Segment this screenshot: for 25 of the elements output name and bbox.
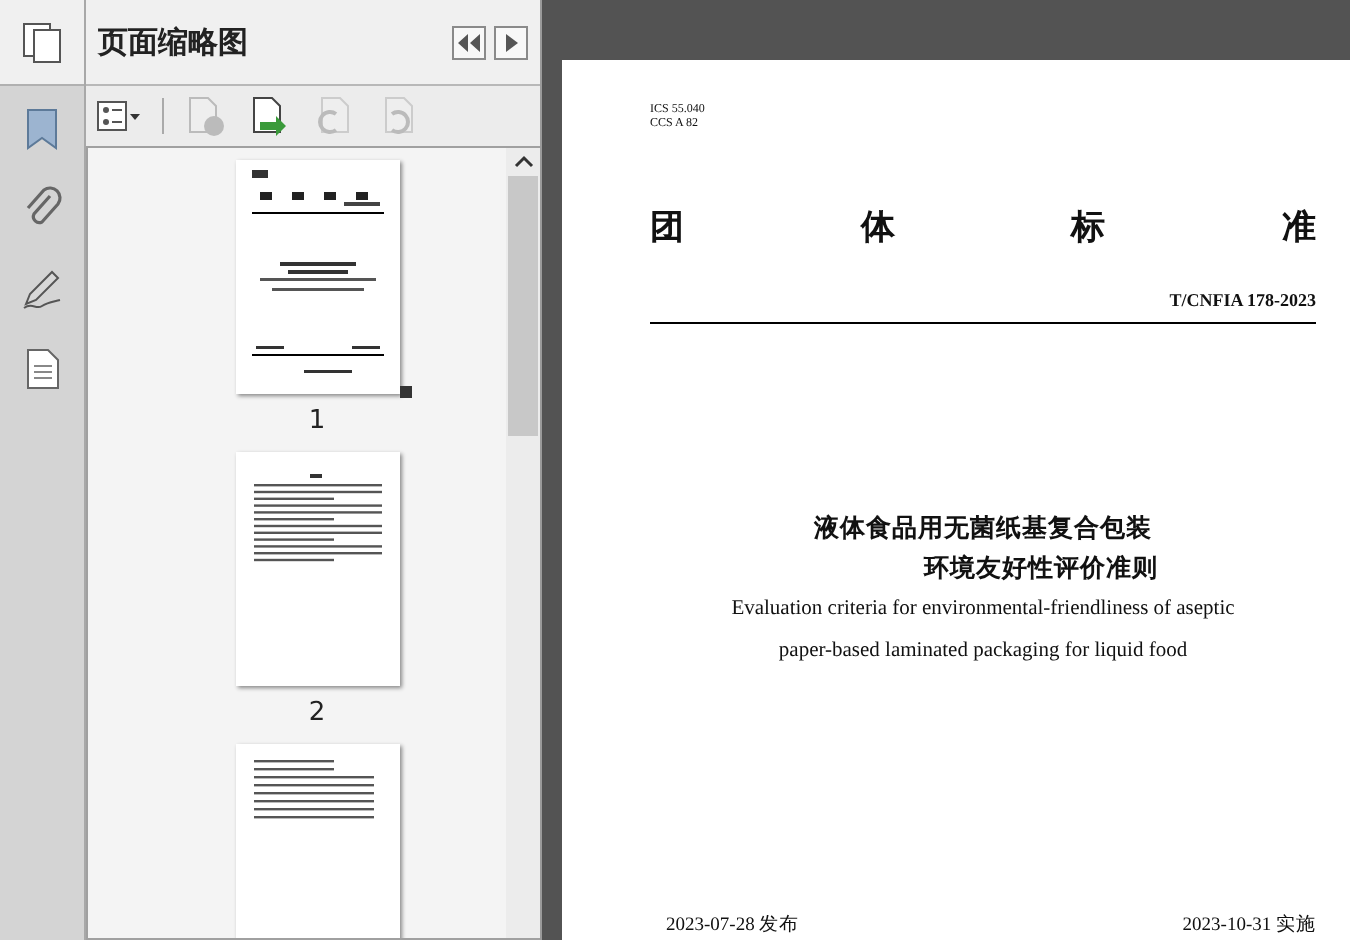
pen-icon[interactable] bbox=[20, 266, 64, 310]
standard-heading: 体 bbox=[860, 206, 895, 250]
collapse-button[interactable] bbox=[452, 25, 486, 59]
page-thumbnail[interactable] bbox=[235, 744, 399, 938]
standard-number: T/CNFIA 178-2023 bbox=[1169, 290, 1316, 310]
chinese-title: 液体食品用无菌纸基复合包装 bbox=[812, 510, 1154, 546]
expand-button[interactable] bbox=[494, 25, 528, 59]
standard-heading: 团 bbox=[650, 206, 684, 250]
insert-page-icon[interactable] bbox=[248, 94, 292, 138]
page-number: 1 bbox=[308, 406, 326, 436]
page-thumbnail[interactable] bbox=[235, 160, 399, 394]
effective-date: 2023-10-31 实施 bbox=[1182, 912, 1316, 938]
page-thumbnail[interactable] bbox=[235, 452, 399, 686]
standard-heading: 标 bbox=[1071, 206, 1106, 250]
page-number: 2 bbox=[308, 698, 326, 728]
pages-icon[interactable] bbox=[19, 19, 65, 65]
issue-date: 2023-07-28 发布 bbox=[666, 913, 800, 938]
right-arrow-icon bbox=[505, 33, 517, 51]
english-title: Evaluation criteria for environmental-friendliness of aseptic bbox=[729, 596, 1237, 624]
double-left-arrow-icon bbox=[458, 33, 480, 51]
scrollbar[interactable] bbox=[506, 148, 540, 938]
standard-heading: 准 bbox=[1281, 206, 1316, 250]
english-title: paper-based laminated packaging for liquid food bbox=[776, 638, 1190, 666]
panel-title: 页面缩略图 bbox=[98, 23, 250, 61]
chinese-title: 环境友好性评价准则 bbox=[921, 550, 1160, 586]
